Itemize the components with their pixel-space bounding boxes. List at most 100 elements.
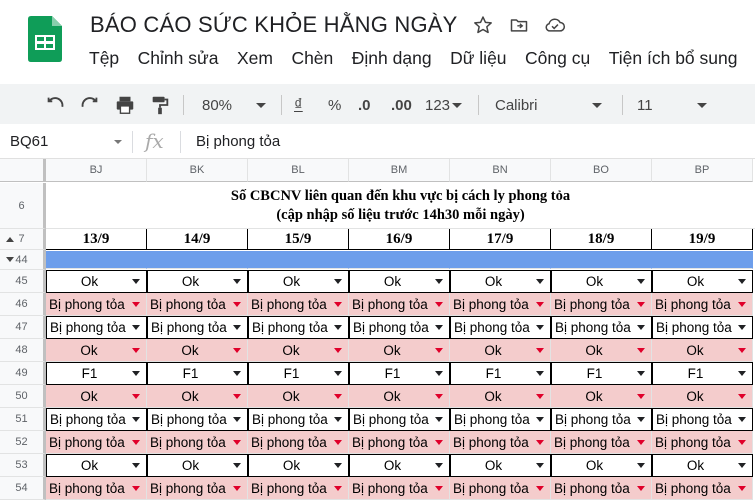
dropdown-arrow-icon[interactable] bbox=[132, 347, 140, 353]
date-cell[interactable]: 16/9 bbox=[349, 229, 450, 250]
dropdown-cell[interactable]: Bị phong tỏa bbox=[248, 316, 349, 339]
dropdown-arrow-icon[interactable] bbox=[738, 371, 746, 376]
dropdown-cell[interactable]: Bị phong tỏa bbox=[248, 477, 349, 500]
dropdown-cell[interactable]: Bị phong tỏa bbox=[248, 293, 349, 316]
dropdown-arrow-icon[interactable] bbox=[637, 325, 645, 330]
dropdown-cell[interactable]: Bị phong tỏa bbox=[147, 431, 248, 454]
dropdown-arrow-icon[interactable] bbox=[132, 439, 140, 445]
dropdown-arrow-icon[interactable] bbox=[435, 417, 443, 422]
more-formats-select[interactable]: 123 bbox=[425, 85, 463, 125]
dropdown-arrow-icon[interactable] bbox=[435, 279, 443, 284]
row-header-48[interactable]: 48 bbox=[0, 339, 46, 362]
dropdown-cell[interactable]: Bị phong tỏa bbox=[652, 431, 753, 454]
dropdown-cell[interactable]: Bị phong tỏa bbox=[147, 477, 248, 500]
dropdown-cell[interactable]: Ok bbox=[349, 339, 450, 362]
dropdown-cell[interactable]: Ok bbox=[147, 270, 248, 293]
dropdown-arrow-icon[interactable] bbox=[637, 463, 645, 468]
dropdown-cell[interactable]: Ok bbox=[652, 339, 753, 362]
dropdown-arrow-icon[interactable] bbox=[435, 347, 443, 353]
sheets-logo-icon[interactable] bbox=[28, 16, 62, 62]
dropdown-arrow-icon[interactable] bbox=[334, 417, 342, 422]
dropdown-cell[interactable]: Bị phong tỏa bbox=[551, 477, 652, 500]
dropdown-arrow-icon[interactable] bbox=[334, 301, 342, 307]
column-header-bm[interactable]: BM bbox=[349, 159, 450, 182]
dropdown-cell[interactable]: Ok bbox=[349, 454, 450, 477]
row-header-45[interactable]: 45 bbox=[0, 270, 46, 293]
dropdown-arrow-icon[interactable] bbox=[132, 463, 140, 468]
column-header-bj[interactable]: BJ bbox=[46, 159, 147, 182]
dropdown-cell[interactable]: Bị phong tỏa bbox=[652, 408, 753, 431]
dropdown-cell[interactable]: Bị phong tỏa bbox=[248, 408, 349, 431]
increase-decimal-button[interactable]: .00 bbox=[391, 85, 412, 125]
dropdown-cell[interactable]: Bị phong tỏa bbox=[450, 431, 551, 454]
dropdown-arrow-icon[interactable] bbox=[233, 485, 241, 491]
dropdown-cell[interactable]: Ok bbox=[248, 270, 349, 293]
dropdown-cell[interactable]: Bị phong tỏa bbox=[349, 408, 450, 431]
dropdown-cell[interactable]: Ok bbox=[551, 270, 652, 293]
column-header-bn[interactable]: BN bbox=[450, 159, 551, 182]
menu-file[interactable]: Tệp bbox=[89, 48, 119, 69]
dropdown-arrow-icon[interactable] bbox=[738, 439, 746, 445]
dropdown-arrow-icon[interactable] bbox=[233, 279, 241, 284]
redo-icon[interactable] bbox=[79, 85, 101, 125]
dropdown-cell[interactable]: Bị phong tỏa bbox=[652, 293, 753, 316]
dropdown-arrow-icon[interactable] bbox=[334, 439, 342, 445]
dropdown-cell[interactable]: Bị phong tỏa bbox=[349, 477, 450, 500]
dropdown-arrow-icon[interactable] bbox=[435, 371, 443, 376]
dropdown-arrow-icon[interactable] bbox=[233, 371, 241, 376]
dropdown-cell[interactable]: Ok bbox=[46, 454, 147, 477]
font-family-select[interactable]: Calibri bbox=[495, 85, 602, 125]
font-size-select[interactable]: 11 bbox=[637, 85, 707, 125]
dropdown-cell[interactable]: Ok bbox=[652, 270, 753, 293]
menu-addons[interactable]: Tiện ích bổ sung bbox=[609, 48, 738, 69]
menu-insert[interactable]: Chèn bbox=[291, 48, 333, 69]
dropdown-cell[interactable]: Bị phong tỏa bbox=[349, 316, 450, 339]
dropdown-arrow-icon[interactable] bbox=[233, 347, 241, 353]
row-header-52[interactable]: 52 bbox=[0, 431, 46, 454]
dropdown-arrow-icon[interactable] bbox=[738, 325, 746, 330]
dropdown-cell[interactable]: F1 bbox=[450, 362, 551, 385]
dropdown-cell[interactable]: F1 bbox=[551, 362, 652, 385]
dropdown-arrow-icon[interactable] bbox=[233, 325, 241, 330]
dropdown-cell[interactable]: Bị phong tỏa bbox=[46, 293, 147, 316]
date-cell[interactable]: 14/9 bbox=[147, 229, 248, 250]
select-all-corner[interactable] bbox=[0, 159, 46, 182]
dropdown-cell[interactable]: Bị phong tỏa bbox=[147, 316, 248, 339]
dropdown-cell[interactable]: Ok bbox=[450, 385, 551, 408]
dropdown-cell[interactable]: F1 bbox=[349, 362, 450, 385]
dropdown-cell[interactable]: F1 bbox=[147, 362, 248, 385]
dropdown-arrow-icon[interactable] bbox=[334, 371, 342, 376]
undo-icon[interactable] bbox=[44, 85, 66, 125]
dropdown-cell[interactable]: Ok bbox=[46, 270, 147, 293]
dropdown-arrow-icon[interactable] bbox=[637, 371, 645, 376]
dropdown-arrow-icon[interactable] bbox=[435, 325, 443, 330]
date-cell[interactable]: 19/9 bbox=[652, 229, 753, 250]
column-header-bl[interactable]: BL bbox=[248, 159, 349, 182]
dropdown-cell[interactable]: Bị phong tỏa bbox=[551, 293, 652, 316]
dropdown-cell[interactable]: Bị phong tỏa bbox=[349, 293, 450, 316]
dropdown-arrow-icon[interactable] bbox=[536, 325, 544, 330]
dropdown-arrow-icon[interactable] bbox=[132, 325, 140, 330]
dropdown-arrow-icon[interactable] bbox=[132, 417, 140, 422]
blue-header-cell[interactable] bbox=[46, 251, 147, 269]
dropdown-arrow-icon[interactable] bbox=[233, 393, 241, 399]
dropdown-cell[interactable]: Bị phong tỏa bbox=[551, 408, 652, 431]
row-header-6[interactable]: 6 bbox=[0, 183, 46, 229]
dropdown-arrow-icon[interactable] bbox=[334, 463, 342, 468]
dropdown-arrow-icon[interactable] bbox=[637, 439, 645, 445]
dropdown-arrow-icon[interactable] bbox=[738, 463, 746, 468]
row-header-54[interactable]: 54 bbox=[0, 477, 46, 500]
dropdown-arrow-icon[interactable] bbox=[637, 485, 645, 491]
date-cell[interactable]: 18/9 bbox=[551, 229, 652, 250]
percent-format-button[interactable]: % bbox=[328, 85, 341, 125]
dropdown-cell[interactable]: F1 bbox=[46, 362, 147, 385]
dropdown-cell[interactable]: Ok bbox=[147, 385, 248, 408]
blue-header-cell[interactable] bbox=[450, 251, 551, 269]
date-cell[interactable]: 17/9 bbox=[450, 229, 551, 250]
date-cell[interactable]: 15/9 bbox=[248, 229, 349, 250]
cloud-status-icon[interactable] bbox=[544, 14, 566, 36]
dropdown-arrow-icon[interactable] bbox=[738, 347, 746, 353]
dropdown-arrow-icon[interactable] bbox=[132, 279, 140, 284]
dropdown-arrow-icon[interactable] bbox=[334, 485, 342, 491]
row-header-53[interactable]: 53 bbox=[0, 454, 46, 477]
